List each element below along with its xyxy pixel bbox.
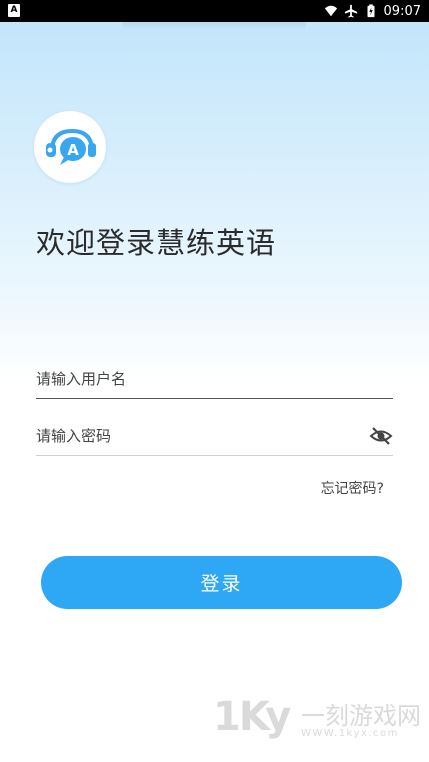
username-input[interactable] — [36, 359, 393, 398]
watermark-title: 一刻游戏网 — [301, 702, 421, 730]
watermark-mark: 1Ky — [213, 694, 291, 740]
logo-letter: A — [67, 141, 79, 159]
status-icons: 09:07 — [324, 0, 421, 22]
app-notification-badge: A — [8, 4, 20, 17]
airplane-icon — [344, 4, 357, 18]
battery-icon — [367, 4, 375, 18]
password-input[interactable] — [36, 416, 393, 455]
username-field[interactable] — [36, 359, 393, 399]
headset-logo-icon: A — [46, 128, 96, 165]
status-time: 09:07 — [383, 3, 421, 19]
forgot-password-link[interactable]: 忘记密码? — [321, 478, 384, 498]
hide-password-icon[interactable] — [369, 424, 393, 448]
wifi-icon — [324, 5, 337, 17]
status-bar: A 09:07 — [0, 0, 429, 22]
password-field[interactable] — [36, 416, 393, 456]
login-button[interactable]: 登录 — [41, 556, 402, 609]
welcome-title: 欢迎登录慧练英语 — [36, 226, 277, 260]
site-watermark: 1Ky 一刻游戏网 WWW.1kyx.com — [213, 694, 423, 746]
top-decoration — [122, 22, 306, 30]
app-logo: A — [34, 111, 106, 183]
watermark-url: WWW.1kyx.com — [301, 728, 399, 739]
